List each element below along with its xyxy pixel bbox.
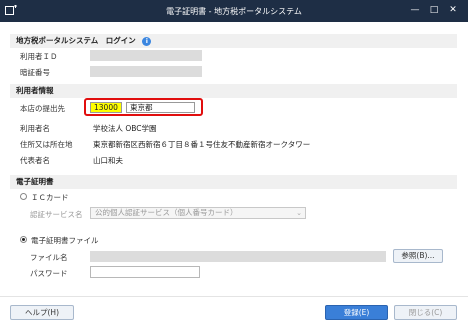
- login-section-header: 地方税ポータルシステム ログイン i: [10, 34, 457, 48]
- user-id-label: 利用者ＩＤ: [20, 52, 58, 61]
- password-field[interactable]: [90, 66, 202, 77]
- ic-card-label: ＩＣカード: [31, 193, 69, 202]
- close-button[interactable]: 閉じる(C): [394, 305, 457, 320]
- auth-service-select[interactable]: 公的個人認証サービス（個人番号カード） ⌄: [90, 207, 306, 219]
- help-button[interactable]: ヘルプ(H): [10, 305, 74, 320]
- password-label: 暗証番号: [20, 68, 50, 77]
- cert-password-label: パスワード: [30, 269, 68, 278]
- maximize-button[interactable]: □: [427, 4, 441, 17]
- file-name-label: ファイル名: [30, 253, 68, 262]
- cert-section-title: 電子証明書: [16, 177, 54, 186]
- office-code-field[interactable]: 13000: [90, 102, 122, 113]
- user-name-value: 学校法人 OBC学園: [93, 124, 157, 133]
- submit-to-label: 本店の提出先: [20, 104, 65, 113]
- cert-password-field[interactable]: [90, 266, 200, 278]
- dialog-window: 電子証明書 - 地方税ポータルシステム — □ ✕ 地方税ポータルシステム ログ…: [0, 0, 468, 330]
- prefecture-field[interactable]: 東京都: [126, 102, 195, 113]
- user-id-field[interactable]: [90, 50, 202, 61]
- address-label: 住所又は所在地: [20, 140, 73, 149]
- minimize-button[interactable]: —: [408, 4, 422, 17]
- cert-file-radio[interactable]: [20, 236, 27, 243]
- representative-value: 山口和夫: [93, 156, 123, 165]
- user-info-section-title: 利用者情報: [16, 86, 54, 95]
- register-button[interactable]: 登録(E): [325, 305, 388, 320]
- ic-card-radio[interactable]: [20, 193, 27, 200]
- user-name-label: 利用者名: [20, 124, 50, 133]
- browse-button[interactable]: 参照(B)...: [393, 249, 443, 263]
- auth-service-label: 認証サービス名: [30, 210, 83, 219]
- login-section-title: 地方税ポータルシステム ログイン: [16, 36, 136, 45]
- file-name-field[interactable]: [90, 251, 386, 262]
- close-window-button[interactable]: ✕: [446, 4, 460, 17]
- representative-label: 代表者名: [20, 156, 50, 165]
- chevron-down-icon: ⌄: [296, 209, 302, 217]
- footer-divider: [0, 296, 468, 297]
- window-title: 電子証明書 - 地方税ポータルシステム: [166, 7, 302, 16]
- info-icon[interactable]: i: [142, 36, 152, 46]
- auth-service-value: 公的個人認証サービス（個人番号カード）: [95, 208, 238, 217]
- address-value: 東京都新宿区西新宿６丁目８番１号住友不動産新宿オークタワー: [93, 140, 311, 149]
- title-bar: 電子証明書 - 地方税ポータルシステム — □ ✕: [0, 0, 468, 22]
- cert-section-header: 電子証明書: [10, 175, 457, 189]
- cert-file-label: 電子証明書ファイル: [31, 236, 99, 245]
- user-info-section-header: 利用者情報: [10, 84, 457, 98]
